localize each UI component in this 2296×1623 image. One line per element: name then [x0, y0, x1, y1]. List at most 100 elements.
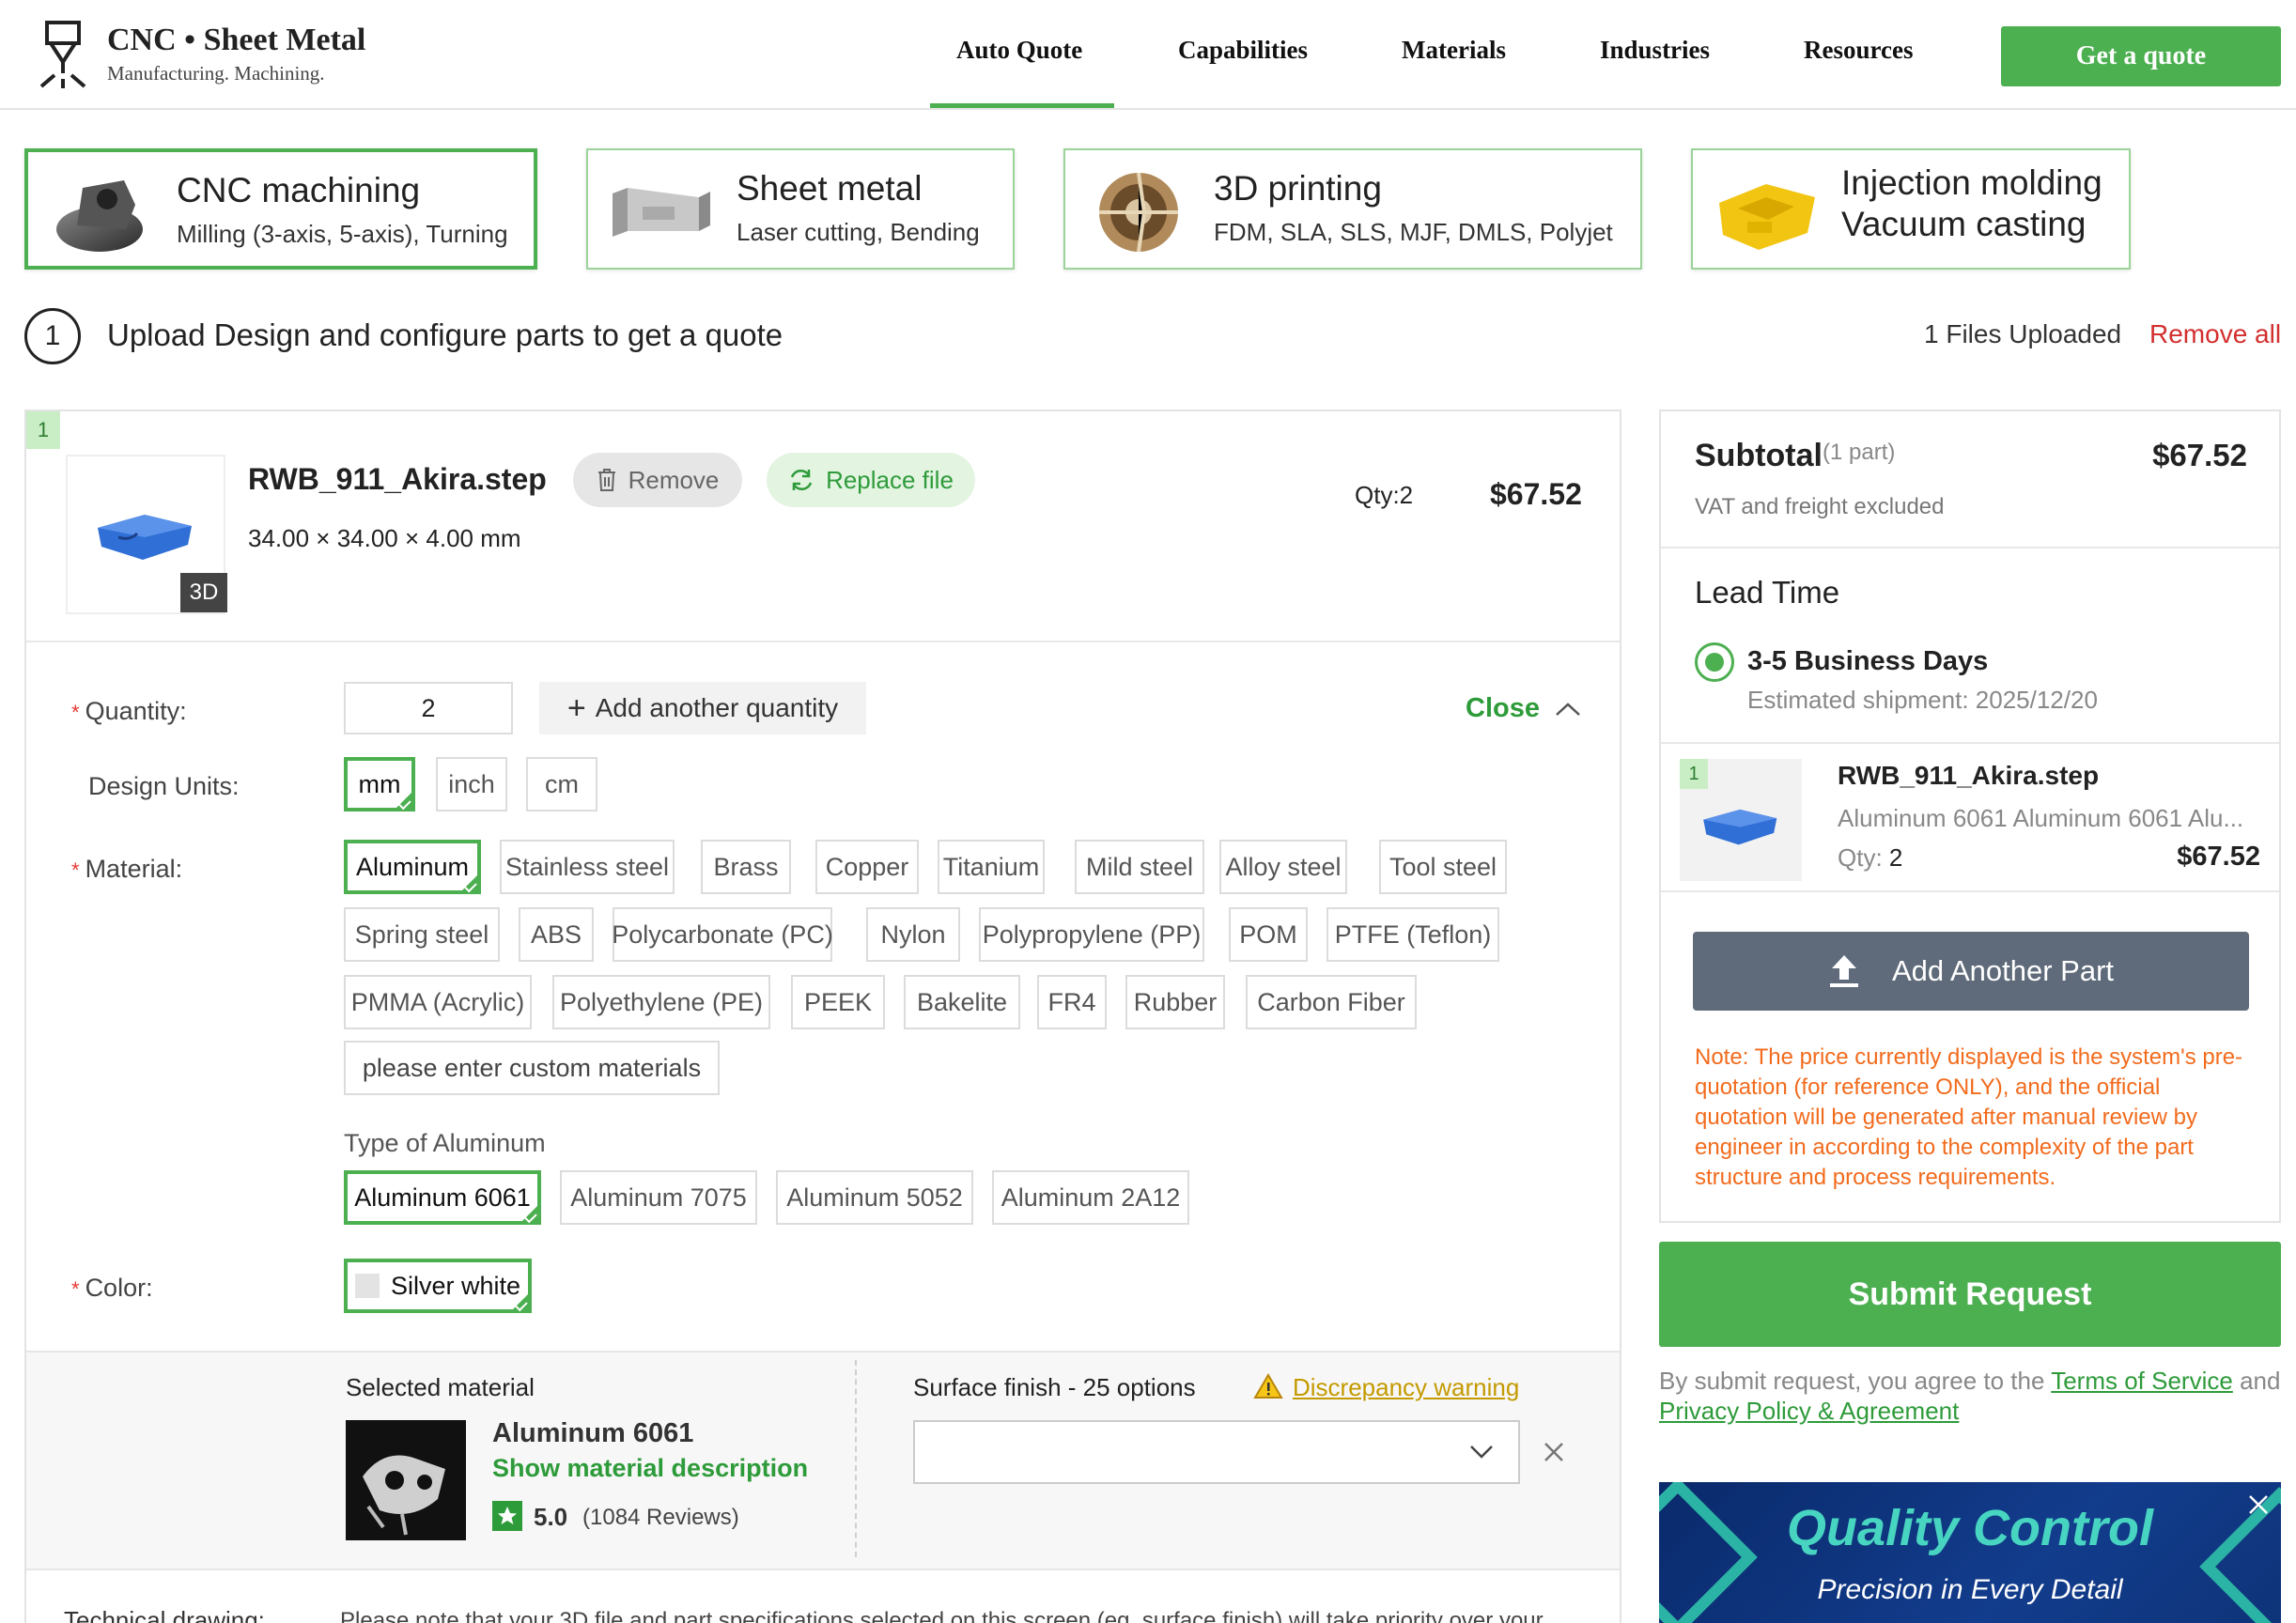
material-stainless-steel[interactable]: Stainless steel [500, 840, 675, 894]
show-material-description-link[interactable]: Show material description [492, 1454, 808, 1483]
surface-finish-select[interactable] [913, 1420, 1520, 1484]
type-aluminum-7075[interactable]: Aluminum 7075 [560, 1170, 757, 1225]
cart-item-name: RWB_911_Akira.step [1838, 761, 2100, 790]
color-label: * Color: [71, 1274, 153, 1302]
remove-label: Remove [628, 465, 720, 494]
material-tool-steel[interactable]: Tool steel [1379, 840, 1507, 894]
subtotal-part-count: (1 part) [1823, 440, 1896, 465]
close-config-toggle[interactable]: Close [1466, 693, 1581, 724]
get-quote-button[interactable]: Get a quote [2001, 26, 2281, 86]
material-aluminum-label: Aluminum [355, 852, 470, 881]
banner-title: Quality Control [1787, 1500, 2153, 1556]
type-aluminum-5052[interactable]: Aluminum 5052 [776, 1170, 973, 1225]
material-carbon-fiber[interactable]: Carbon Fiber [1246, 975, 1417, 1029]
3d-badge[interactable]: 3D [180, 573, 227, 612]
check-icon [398, 796, 411, 811]
lead-time-radio[interactable] [1695, 642, 1734, 682]
material-polyethylene[interactable]: Polyethylene (PE) [552, 975, 770, 1029]
trash-icon [597, 469, 615, 491]
remove-file-button[interactable]: Remove [573, 453, 742, 507]
submit-request-button[interactable]: Submit Request [1659, 1242, 2281, 1347]
material-abs[interactable]: ABS [519, 907, 594, 962]
part-qty: Qty:2 [1355, 481, 1414, 509]
material-pmma[interactable]: PMMA (Acrylic) [344, 975, 532, 1029]
replace-file-button[interactable]: Replace file [767, 453, 975, 507]
divider [26, 641, 1620, 642]
surface-finish-label: Surface finish - 25 options [913, 1373, 1196, 1401]
nav-auto-quote[interactable]: Auto Quote [956, 36, 1082, 65]
technical-drawing-label: Technical drawing: [64, 1606, 265, 1623]
subtotal-title: Subtotal [1695, 438, 1823, 473]
close-icon[interactable] [2247, 1493, 2270, 1516]
quantity-input[interactable]: 2 [344, 682, 513, 734]
cart-item-index: 1 [1680, 759, 1708, 789]
material-alloy-steel[interactable]: Alloy steel [1219, 840, 1347, 894]
estimated-shipment: Estimated shipment: 2025/12/20 [1747, 686, 2098, 714]
logo-icon[interactable] [38, 19, 90, 90]
material-part-image [363, 1455, 445, 1536]
material-spring-steel[interactable]: Spring steel [344, 907, 500, 962]
process-subtitle: FDM, SLA, SLS, MJF, DMLS, Polyjet [1214, 218, 1613, 246]
process-card-3d-printing[interactable]: 3D printing FDM, SLA, SLS, MJF, DMLS, Po… [1063, 148, 1642, 270]
cart-item-thumbnail[interactable]: 1 [1680, 759, 1802, 881]
color-silver-white[interactable]: Silver white [344, 1259, 532, 1313]
divider [1661, 547, 2279, 549]
material-rubber[interactable]: Rubber [1125, 975, 1225, 1029]
discrepancy-warning-link[interactable]: Discrepancy warning [1293, 1373, 1519, 1402]
material-polycarbonate[interactable]: Polycarbonate (PC) [612, 907, 833, 962]
material-titanium[interactable]: Titanium [938, 840, 1045, 894]
type-aluminum-2a12[interactable]: Aluminum 2A12 [992, 1170, 1189, 1225]
review-count: (1084 Reviews) [582, 1505, 739, 1530]
part-config-panel: 1 3D RWB_911_Akira.step 34.00 × 34.00 × … [24, 410, 1621, 1623]
order-summary-sidebar: Subtotal (1 part) $67.52 VAT and freight… [1659, 410, 2281, 1223]
unit-inch[interactable]: inch [436, 757, 507, 812]
process-card-sheet-metal[interactable]: Sheet metal Laser cutting, Bending [586, 148, 1015, 270]
custom-material-input[interactable]: please enter custom materials [344, 1041, 720, 1095]
material-pom[interactable]: POM [1229, 907, 1308, 962]
process-card-injection-molding[interactable]: Injection molding Vacuum casting [1691, 148, 2131, 270]
warning-icon [1253, 1373, 1283, 1399]
quality-control-banner[interactable]: Quality Control Precision in Every Detai… [1659, 1482, 2281, 1623]
add-another-part-button[interactable]: Add Another Part [1693, 932, 2249, 1011]
close-label: Close [1466, 693, 1540, 723]
process-title: 3D printing [1214, 169, 1382, 208]
material-photo [346, 1420, 466, 1540]
material-bakelite[interactable]: Bakelite [904, 975, 1020, 1029]
lead-time-option[interactable]: 3-5 Business Days [1747, 646, 1988, 677]
type-label: Type of Aluminum [344, 1129, 546, 1157]
material-brass[interactable]: Brass [701, 840, 791, 894]
material-ptfe[interactable]: PTFE (Teflon) [1326, 907, 1499, 962]
3d-print-image [1099, 172, 1178, 253]
cart-item-qty: Qty: 2 [1838, 843, 1903, 872]
part-index-badge: 1 [26, 411, 60, 449]
terms-of-service-link[interactable]: Terms of Service [2051, 1367, 2233, 1395]
nav-materials[interactable]: Materials [1402, 36, 1506, 65]
material-peek[interactable]: PEEK [791, 975, 885, 1029]
process-subtitle: Laser cutting, Bending [737, 218, 980, 246]
add-quantity-button[interactable]: + Add another quantity [539, 682, 866, 734]
material-mild-steel[interactable]: Mild steel [1075, 840, 1204, 894]
material-copper[interactable]: Copper [815, 840, 919, 894]
privacy-policy-link[interactable]: Privacy Policy & Agreement [1659, 1397, 1959, 1425]
part-thumbnail[interactable]: 3D [66, 455, 227, 614]
process-title: Injection molding [1841, 163, 2102, 202]
process-title: CNC machining [177, 171, 421, 209]
material-nylon[interactable]: Nylon [866, 907, 960, 962]
logo-subtitle: Manufacturing. Machining. [107, 62, 325, 85]
nav-active-indicator [930, 103, 1114, 108]
material-polypropylene[interactable]: Polypropylene (PP) [979, 907, 1204, 962]
unit-cm[interactable]: cm [526, 757, 597, 812]
type-aluminum-6061[interactable]: Aluminum 6061 [344, 1170, 541, 1225]
process-subtitle: Milling (3-axis, 5-axis), Turning [177, 220, 508, 248]
clear-selection-icon[interactable] [1543, 1441, 1565, 1463]
cart-item-price: $67.52 [2177, 842, 2260, 872]
material-aluminum[interactable]: Aluminum [344, 840, 481, 894]
nav-industries[interactable]: Industries [1600, 36, 1710, 65]
nav-resources[interactable]: Resources [1804, 36, 1913, 65]
process-card-cnc[interactable]: CNC machining Milling (3-axis, 5-axis), … [24, 148, 537, 270]
remove-all-link[interactable]: Remove all [2149, 319, 2281, 349]
nav-capabilities[interactable]: Capabilities [1178, 36, 1308, 65]
material-fr4[interactable]: FR4 [1037, 975, 1107, 1029]
logo-title[interactable]: CNC • Sheet Metal [107, 23, 365, 58]
unit-mm[interactable]: mm [344, 757, 415, 812]
